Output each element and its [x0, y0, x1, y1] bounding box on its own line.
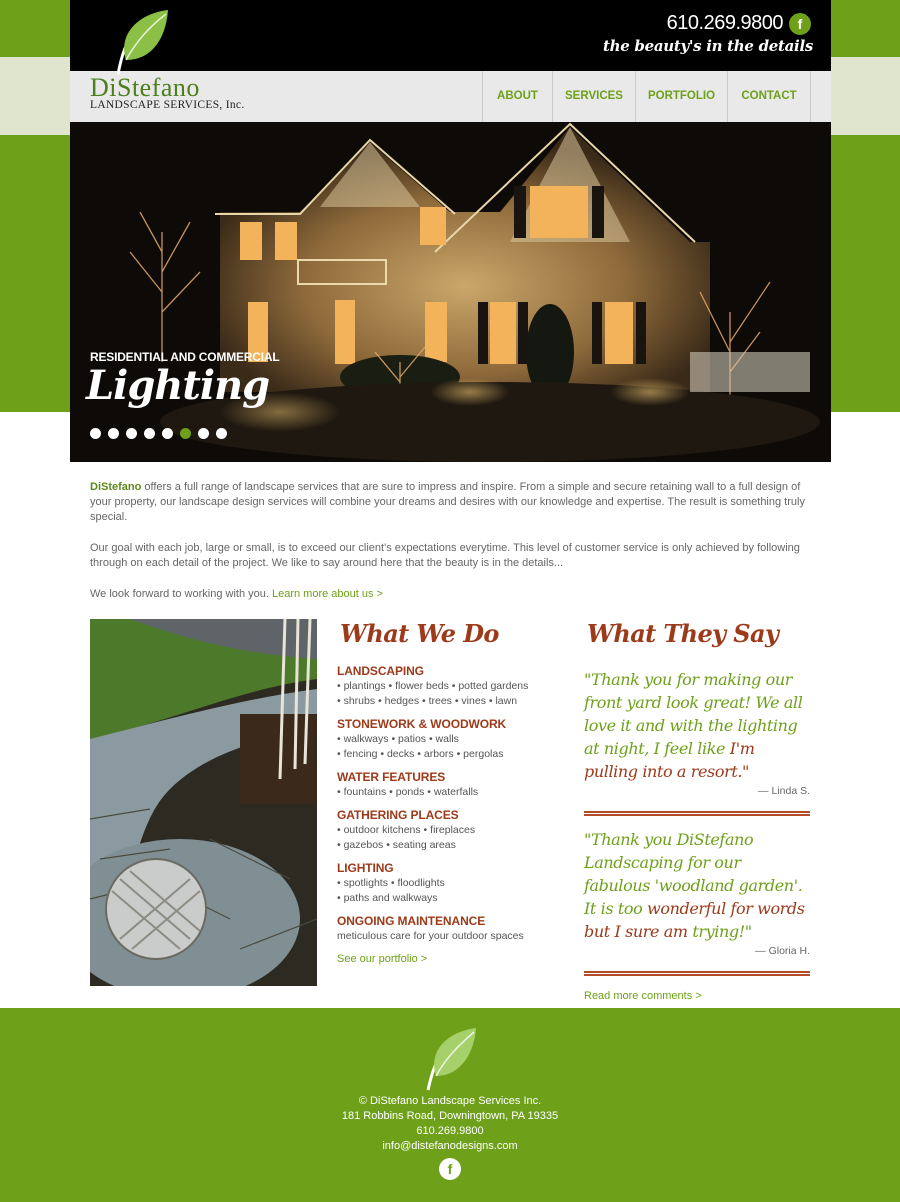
- page-wrapper: DiStefano LANDSCAPE SERVICES, Inc. 610.2…: [70, 0, 831, 462]
- service-item: WATER FEATURES • fountains • ponds • wate…: [337, 769, 567, 800]
- what-we-do-heading: What We Do: [340, 619, 499, 648]
- service-title: LIGHTING: [337, 861, 394, 875]
- intro-p1-text: offers a full range of landscape service…: [90, 481, 805, 523]
- main-nav: ABOUT SERVICES PORTFOLIO CONTACT: [482, 71, 811, 122]
- hero-title: Lighting: [86, 362, 270, 409]
- service-detail: • spotlights • floodlights: [337, 877, 445, 889]
- intro-paragraph-1: DiStefano offers a full range of landsca…: [90, 480, 810, 525]
- footer-copyright: © DiStefano Landscape Services Inc.: [358, 1095, 542, 1107]
- service-title: WATER FEATURES: [337, 770, 446, 784]
- service-item: LANDSCAPING • plantings • flower beds • p…: [337, 663, 567, 709]
- logo-wordmark[interactable]: DiStefano LANDSCAPE SERVICES, Inc.: [90, 73, 245, 112]
- nav-portfolio[interactable]: PORTFOLIO: [635, 71, 727, 122]
- logo-subtitle: LANDSCAPE SERVICES, Inc.: [90, 99, 245, 111]
- header-phone[interactable]: 610.269.9800: [667, 12, 784, 35]
- header-tagline: the beauty's in the details: [602, 37, 813, 55]
- intro-p3-text: We look forward to working with you.: [90, 588, 272, 600]
- service-detail: • plantings • flower beds • potted garde…: [337, 680, 529, 692]
- testimonials-section: What They Say "Thank you for making our …: [584, 619, 810, 1002]
- site-footer: © DiStefano Landscape Services Inc. 181 …: [0, 1008, 900, 1202]
- walkway-photo: [90, 619, 317, 986]
- service-detail: • paths and walkways: [337, 892, 438, 904]
- leaf-logo-icon: [116, 10, 168, 75]
- testimonial-2-quote: "Thank you DiStefano Landscaping for our…: [584, 828, 810, 943]
- testimonial-2-author: — Gloria H.: [755, 945, 810, 957]
- facebook-icon[interactable]: f: [789, 13, 811, 35]
- service-title: LANDSCAPING: [337, 664, 424, 678]
- service-detail: • walkways • patios • walls: [337, 733, 459, 745]
- service-item: STONEWORK & WOODWORK • walkways • patios …: [337, 716, 567, 762]
- services-list: LANDSCAPING • plantings • flower beds • p…: [337, 663, 567, 944]
- nav-contact[interactable]: CONTACT: [727, 71, 811, 122]
- intro-paragraph-3: We look forward to working with you. Lea…: [90, 587, 810, 602]
- slider-dot[interactable]: [144, 428, 155, 439]
- divider: [584, 811, 810, 816]
- footer-email[interactable]: info@distefanodesigns.com: [0, 1139, 900, 1154]
- intro-brand: DiStefano: [90, 481, 142, 493]
- logo-name: DiStefano: [90, 73, 200, 102]
- service-title: ONGOING MAINTENANCE: [337, 914, 486, 928]
- service-detail: • fencing • decks • arbors • pergolas: [337, 748, 504, 760]
- service-item: GATHERING PLACES • outdoor kitchens • fir…: [337, 807, 567, 853]
- footer-contact-info: © DiStefano Landscape Services Inc. 181 …: [0, 1094, 900, 1154]
- service-title: STONEWORK & WOODWORK: [337, 717, 507, 731]
- slider-dot[interactable]: [216, 428, 227, 439]
- service-title: GATHERING PLACES: [337, 808, 459, 822]
- slider-dot[interactable]: [108, 428, 119, 439]
- testimonial-1-author: — Linda S.: [758, 785, 810, 797]
- slider-dot[interactable]: [180, 428, 191, 439]
- service-detail: • outdoor kitchens • fireplaces: [337, 824, 476, 836]
- facebook-icon[interactable]: f: [439, 1158, 461, 1180]
- slider-dot[interactable]: [198, 428, 209, 439]
- intro-text: DiStefano offers a full range of landsca…: [90, 480, 810, 618]
- slider-dot[interactable]: [126, 428, 137, 439]
- what-they-say-heading: What They Say: [587, 619, 779, 648]
- learn-more-link[interactable]: Learn more about us >: [272, 588, 383, 600]
- slider-dots: [90, 428, 227, 439]
- testimonial-1-text: "Thank you for making our front yard loo…: [584, 670, 803, 758]
- nav-about[interactable]: ABOUT: [482, 71, 552, 122]
- service-detail: • gazebos • seating areas: [337, 839, 456, 851]
- read-more-comments-link[interactable]: Read more comments >: [584, 990, 810, 1002]
- slider-dot[interactable]: [90, 428, 101, 439]
- hero-slider[interactable]: RESIDENTIAL AND COMMERCIAL Lighting: [70, 122, 831, 462]
- footer-phone[interactable]: 610.269.9800: [0, 1124, 900, 1139]
- service-detail: • fountains • ponds • waterfalls: [337, 786, 479, 798]
- service-detail: • shrubs • hedges • trees • vines • lawn: [337, 695, 518, 707]
- site-header: DiStefano LANDSCAPE SERVICES, Inc. 610.2…: [70, 0, 831, 122]
- testimonial-2-text-end: trying!": [692, 922, 752, 941]
- service-item: LIGHTING • spotlights • floodlights • path…: [337, 860, 567, 906]
- what-we-do-section: What We Do LANDSCAPING • plantings • flow…: [337, 619, 567, 965]
- divider: [584, 971, 810, 976]
- portfolio-link[interactable]: See our portfolio >: [337, 953, 567, 965]
- service-detail: meticulous care for your outdoor spaces: [337, 930, 524, 942]
- nav-services[interactable]: SERVICES: [552, 71, 635, 122]
- intro-paragraph-2: Our goal with each job, large or small, …: [90, 542, 800, 569]
- footer-address: 181 Robbins Road, Downingtown, PA 19335: [341, 1110, 559, 1122]
- hero-house-image: [70, 122, 831, 462]
- service-item: ONGOING MAINTENANCE meticulous care for y…: [337, 913, 567, 944]
- slider-dot[interactable]: [162, 428, 173, 439]
- testimonial-1-quote: "Thank you for making our front yard loo…: [584, 668, 810, 783]
- leaf-logo-icon: [426, 1028, 476, 1091]
